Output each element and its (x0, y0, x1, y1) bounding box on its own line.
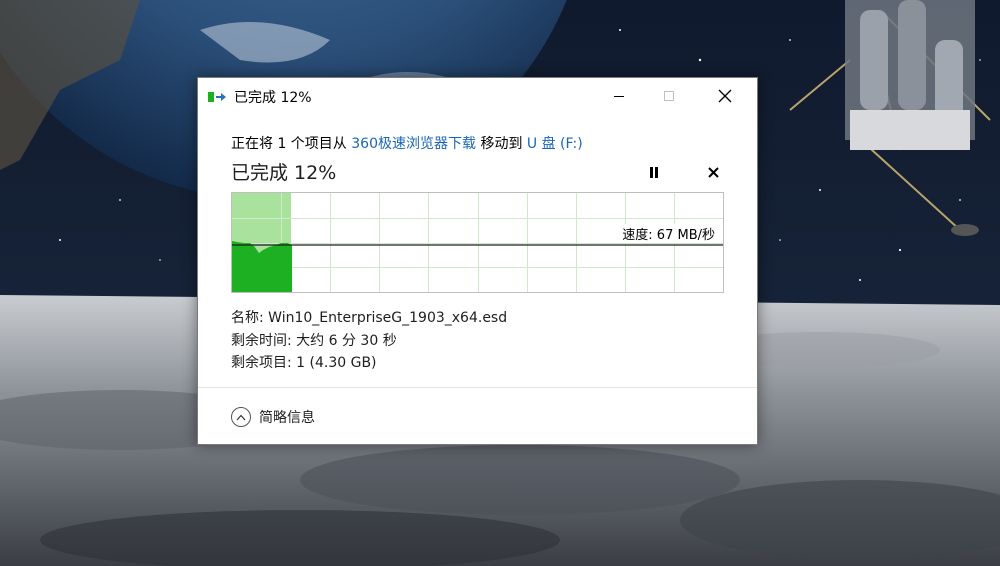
pause-icon (650, 166, 658, 178)
transfer-speed-graph: 速度: 67 MB/秒 (231, 192, 724, 293)
time-remaining: 剩余时间: 大约 6 分 30 秒 (231, 333, 397, 349)
file-name: 名称: Win10_EnterpriseG_1903_x64.esd (231, 310, 508, 326)
cancel-button[interactable] (701, 160, 725, 184)
maximize-icon (664, 91, 674, 101)
window-title: 已完成 12% (234, 90, 312, 106)
maximize-button[interactable] (646, 78, 692, 114)
divider (198, 387, 757, 388)
destination-drive-link[interactable]: U 盘 (F:) (527, 136, 583, 152)
pause-button[interactable] (642, 160, 666, 184)
fewer-details-button[interactable]: 简略信息 (231, 404, 315, 430)
chevron-up-icon (236, 414, 246, 420)
progress-title: 已完成 12% (231, 162, 337, 184)
close-button[interactable] (702, 78, 748, 114)
fewer-details-label: 简略信息 (259, 410, 315, 426)
items-remaining: 剩余项目: 1 (4.30 GB) (231, 355, 377, 371)
operation-middle: 移动到 (476, 136, 527, 152)
title-bar[interactable]: 已完成 12% (198, 78, 757, 114)
minimize-icon (614, 96, 624, 97)
operation-prefix: 正在将 1 个项目从 (231, 136, 352, 152)
chevron-up-circle (231, 407, 251, 427)
minimize-button[interactable] (596, 78, 642, 114)
speed-label: 速度: 67 MB/秒 (620, 224, 717, 243)
cancel-icon (707, 166, 719, 178)
file-move-icon (208, 92, 226, 102)
file-copy-dialog: 已完成 12% 正在将 1 个项目从 360极速浏览器下载 移动到 U 盘 (F… (197, 77, 758, 445)
close-icon (718, 89, 732, 103)
operation-description: 正在将 1 个项目从 360极速浏览器下载 移动到 U 盘 (F:) (231, 133, 583, 153)
source-folder-link[interactable]: 360极速浏览器下载 (351, 136, 476, 152)
